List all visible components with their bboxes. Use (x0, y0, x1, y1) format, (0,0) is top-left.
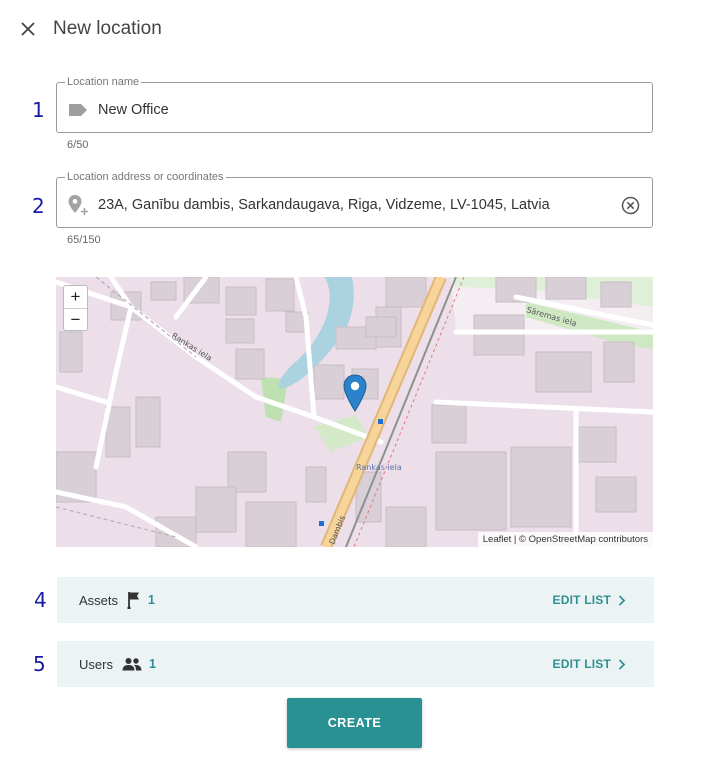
annotation-4: 4 (34, 588, 47, 612)
clear-circle-icon (621, 196, 639, 214)
close-icon (21, 22, 35, 36)
location-name-label: Location name (67, 76, 140, 88)
annotation-1: 1 (32, 98, 45, 122)
users-edit-label: EDIT LIST (552, 657, 611, 671)
map-street-label: Rankas iela (356, 463, 402, 472)
location-name-counter: 6/50 (67, 139, 89, 151)
location-name-input[interactable]: New Office (98, 102, 640, 118)
label-tag-icon (67, 103, 89, 117)
assets-label: Assets (79, 592, 119, 608)
users-label: Users (79, 656, 113, 672)
assets-edit-list-button[interactable]: EDIT LIST (553, 577, 626, 623)
flag-icon (127, 591, 141, 609)
clear-address-button[interactable] (620, 195, 640, 215)
location-address-label: Location address or coordinates (67, 171, 224, 183)
dialog-header: New location (18, 14, 162, 44)
zoom-out-button[interactable]: − (64, 308, 87, 330)
assets-panel: Assets 1 EDIT LIST (57, 577, 654, 623)
location-name-field[interactable]: Location name New Office (56, 76, 653, 133)
close-button[interactable] (18, 19, 38, 39)
location-address-field[interactable]: Location address or coordinates 23A, Gan… (56, 171, 653, 228)
users-edit-list-button[interactable]: EDIT LIST (553, 641, 626, 687)
chevron-right-icon (618, 594, 626, 606)
annotation-5: 5 (33, 652, 46, 676)
annotation-2: 2 (32, 194, 45, 218)
page-title: New location (53, 18, 162, 39)
people-icon (122, 657, 142, 671)
create-button[interactable]: CREATE (287, 698, 422, 748)
map-tiles: Rankas iela Sāremas iela Rankas iela Dam… (56, 277, 653, 547)
users-panel: Users 1 EDIT LIST (57, 641, 654, 687)
chevron-right-icon (618, 658, 626, 670)
zoom-in-button[interactable]: + (64, 286, 87, 308)
location-address-input[interactable]: 23A, Ganību dambis, Sarkandaugava, Riga,… (98, 197, 620, 213)
users-count: 1 (148, 657, 156, 671)
location-address-counter: 65/150 (67, 234, 101, 246)
location-map[interactable]: Rankas iela Sāremas iela Rankas iela Dam… (56, 277, 653, 547)
assets-count: 1 (148, 593, 155, 607)
map-attribution[interactable]: Leaflet | © OpenStreetMap contributors (477, 532, 653, 547)
add-location-pin-icon (67, 194, 89, 216)
assets-edit-label: EDIT LIST (552, 593, 611, 607)
map-marker-icon[interactable] (343, 374, 367, 412)
map-zoom-control: + − (63, 285, 88, 331)
